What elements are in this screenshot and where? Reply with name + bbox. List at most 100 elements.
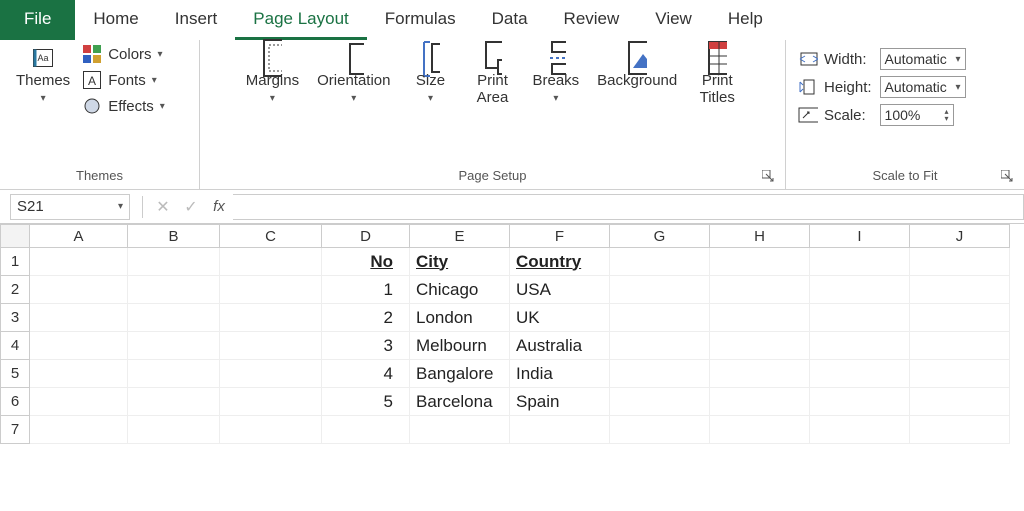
- tab-formulas[interactable]: Formulas: [367, 0, 474, 40]
- cell-E6[interactable]: Barcelona: [410, 388, 510, 416]
- cell-B7[interactable]: [128, 416, 220, 444]
- column-header-I[interactable]: I: [810, 224, 910, 248]
- cell-H1[interactable]: [710, 248, 810, 276]
- column-header-D[interactable]: D: [322, 224, 410, 248]
- cell-D7[interactable]: [322, 416, 410, 444]
- cell-E1[interactable]: City: [410, 248, 510, 276]
- print-area-button[interactable]: Print Area: [462, 44, 522, 110]
- cell-C1[interactable]: [220, 248, 322, 276]
- background-button[interactable]: Background: [589, 44, 685, 93]
- cell-G3[interactable]: [610, 304, 710, 332]
- cell-I1[interactable]: [810, 248, 910, 276]
- cell-A5[interactable]: [30, 360, 128, 388]
- row-header-5[interactable]: 5: [0, 360, 30, 388]
- column-header-G[interactable]: G: [610, 224, 710, 248]
- cell-A7[interactable]: [30, 416, 128, 444]
- cancel-formula-button[interactable]: ✕: [149, 194, 177, 220]
- formula-input[interactable]: [233, 194, 1024, 220]
- tab-view[interactable]: View: [637, 0, 710, 40]
- cell-G5[interactable]: [610, 360, 710, 388]
- cell-I5[interactable]: [810, 360, 910, 388]
- cell-E3[interactable]: London: [410, 304, 510, 332]
- cell-H4[interactable]: [710, 332, 810, 360]
- cell-B5[interactable]: [128, 360, 220, 388]
- print-titles-button[interactable]: Print Titles: [687, 44, 747, 110]
- cell-J2[interactable]: [910, 276, 1010, 304]
- cell-G7[interactable]: [610, 416, 710, 444]
- cell-A4[interactable]: [30, 332, 128, 360]
- cell-B1[interactable]: [128, 248, 220, 276]
- cell-B3[interactable]: [128, 304, 220, 332]
- cell-I3[interactable]: [810, 304, 910, 332]
- row-header-7[interactable]: 7: [0, 416, 30, 444]
- tab-home[interactable]: Home: [75, 0, 156, 40]
- tab-insert[interactable]: Insert: [157, 0, 236, 40]
- cell-D4[interactable]: 3: [322, 332, 410, 360]
- page-setup-launcher[interactable]: [761, 169, 775, 183]
- row-header-3[interactable]: 3: [0, 304, 30, 332]
- cell-I7[interactable]: [810, 416, 910, 444]
- cell-C7[interactable]: [220, 416, 322, 444]
- cell-G1[interactable]: [610, 248, 710, 276]
- cell-D6[interactable]: 5: [322, 388, 410, 416]
- cell-J4[interactable]: [910, 332, 1010, 360]
- cell-F5[interactable]: India: [510, 360, 610, 388]
- cell-E7[interactable]: [410, 416, 510, 444]
- cell-A6[interactable]: [30, 388, 128, 416]
- cell-A3[interactable]: [30, 304, 128, 332]
- cell-J6[interactable]: [910, 388, 1010, 416]
- size-button[interactable]: Size ▾: [400, 44, 460, 108]
- fx-button[interactable]: fx: [205, 194, 233, 220]
- cell-F2[interactable]: USA: [510, 276, 610, 304]
- cell-J3[interactable]: [910, 304, 1010, 332]
- cell-B4[interactable]: [128, 332, 220, 360]
- cell-D3[interactable]: 2: [322, 304, 410, 332]
- cell-B2[interactable]: [128, 276, 220, 304]
- cell-F4[interactable]: Australia: [510, 332, 610, 360]
- themes-button[interactable]: Aa Themes ▾: [8, 44, 78, 108]
- cell-G2[interactable]: [610, 276, 710, 304]
- cell-B6[interactable]: [128, 388, 220, 416]
- fonts-button[interactable]: A Fonts ▾: [82, 70, 165, 90]
- column-header-J[interactable]: J: [910, 224, 1010, 248]
- cell-H5[interactable]: [710, 360, 810, 388]
- cell-H7[interactable]: [710, 416, 810, 444]
- cell-J7[interactable]: [910, 416, 1010, 444]
- row-header-1[interactable]: 1: [0, 248, 30, 276]
- cell-E5[interactable]: Bangalore: [410, 360, 510, 388]
- row-header-4[interactable]: 4: [0, 332, 30, 360]
- column-header-C[interactable]: C: [220, 224, 322, 248]
- cell-E4[interactable]: Melbourn: [410, 332, 510, 360]
- row-header-6[interactable]: 6: [0, 388, 30, 416]
- scale-launcher[interactable]: [1000, 169, 1014, 183]
- select-all-corner[interactable]: [0, 224, 30, 248]
- column-header-A[interactable]: A: [30, 224, 128, 248]
- cell-C6[interactable]: [220, 388, 322, 416]
- tab-data[interactable]: Data: [474, 0, 546, 40]
- cell-I2[interactable]: [810, 276, 910, 304]
- orientation-button[interactable]: Orientation ▾: [309, 44, 398, 108]
- cell-J5[interactable]: [910, 360, 1010, 388]
- cell-D2[interactable]: 1: [322, 276, 410, 304]
- tab-review[interactable]: Review: [546, 0, 638, 40]
- tab-file[interactable]: File: [0, 0, 75, 40]
- margins-button[interactable]: Margins ▾: [238, 44, 307, 108]
- height-select[interactable]: Automatic▾: [880, 76, 966, 98]
- colors-button[interactable]: Colors ▾: [82, 44, 165, 64]
- cell-G4[interactable]: [610, 332, 710, 360]
- cell-J1[interactable]: [910, 248, 1010, 276]
- column-header-F[interactable]: F: [510, 224, 610, 248]
- cell-C3[interactable]: [220, 304, 322, 332]
- cell-F3[interactable]: UK: [510, 304, 610, 332]
- cell-F7[interactable]: [510, 416, 610, 444]
- scale-spinner[interactable]: 100%▴▾: [880, 104, 954, 126]
- cell-A1[interactable]: [30, 248, 128, 276]
- cell-A2[interactable]: [30, 276, 128, 304]
- cell-H6[interactable]: [710, 388, 810, 416]
- cell-F1[interactable]: Country: [510, 248, 610, 276]
- cell-D1[interactable]: No: [322, 248, 410, 276]
- enter-formula-button[interactable]: ✓: [177, 194, 205, 220]
- breaks-button[interactable]: Breaks ▾: [524, 44, 587, 108]
- cell-F6[interactable]: Spain: [510, 388, 610, 416]
- column-header-E[interactable]: E: [410, 224, 510, 248]
